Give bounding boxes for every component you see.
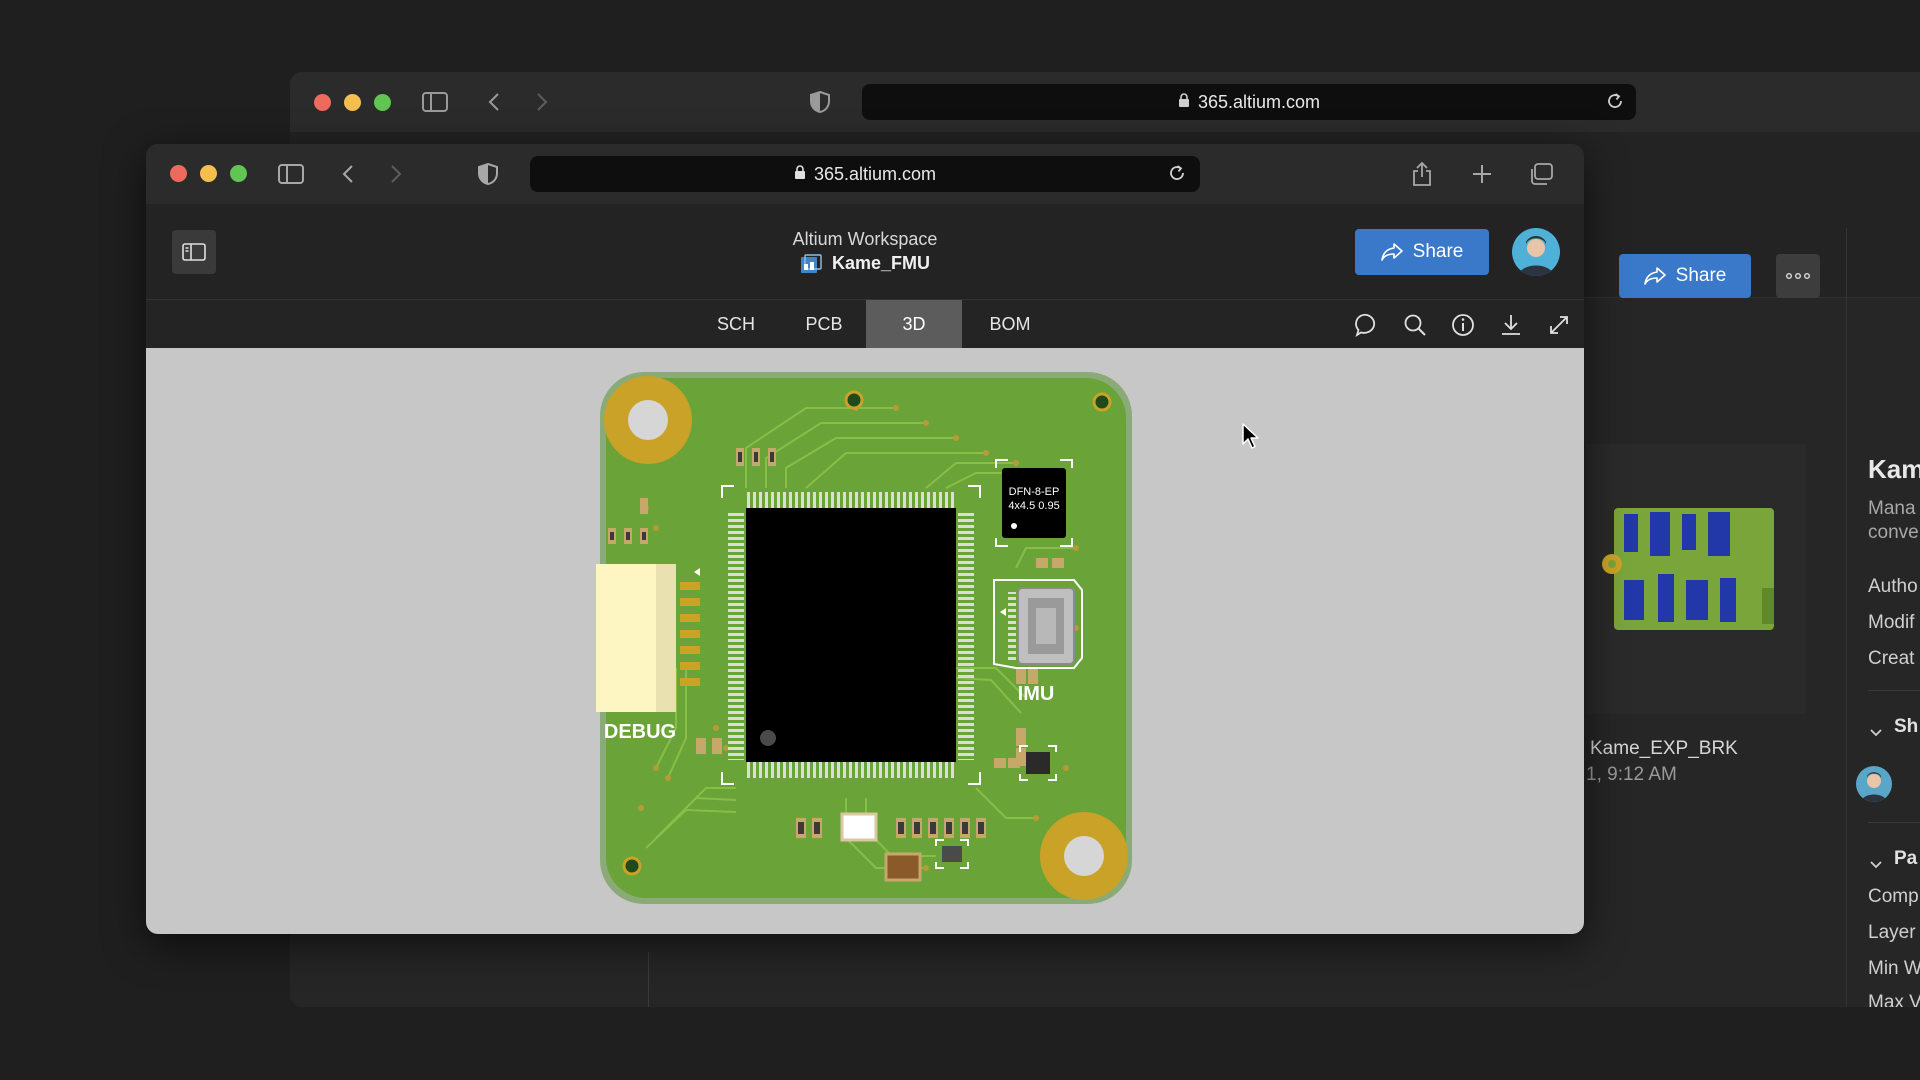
project-card-name[interactable]: Kame_EXP_BRK <box>1590 738 1738 760</box>
download-icon[interactable] <box>1498 312 1524 338</box>
panel-description-line1: Mana <box>1868 498 1916 519</box>
tab-pcb[interactable]: PCB <box>778 300 870 348</box>
lock-icon <box>794 164 806 185</box>
back-minimize-button[interactable] <box>344 94 361 111</box>
dfn-chip-label-2: 4x4.5 0.95 <box>1008 500 1059 512</box>
address-bar[interactable]: 365.altium.com <box>530 156 1200 192</box>
new-tab-icon[interactable] <box>1470 162 1494 186</box>
imu-label: IMU <box>1018 683 1055 705</box>
project-thumbnail-card[interactable] <box>1586 444 1806 714</box>
project-thumbnail-image <box>1602 508 1774 630</box>
back-shield-icon[interactable] <box>808 90 832 114</box>
panel-meta-created: Creat <box>1868 648 1915 669</box>
panel-divider-1 <box>1868 690 1920 691</box>
project-card-time: 1, 9:12 AM <box>1586 764 1677 785</box>
search-icon[interactable] <box>1402 312 1428 338</box>
minimize-button[interactable] <box>200 165 217 182</box>
param-max: Max V <box>1868 992 1920 1007</box>
pcb-board-render[interactable]: DFN-8-EP 4x4.5 0.95 IMU DEBUG <box>596 368 1136 908</box>
sidebar-toggle-icon[interactable] <box>276 162 306 186</box>
zoom-button[interactable] <box>230 165 247 182</box>
debug-label: DEBUG <box>604 721 676 743</box>
chevron-down-icon[interactable] <box>1870 856 1882 874</box>
project-icon <box>800 253 822 273</box>
panel-divider-2 <box>1868 822 1920 823</box>
back-close-button[interactable] <box>314 94 331 111</box>
lock-icon <box>1178 92 1190 113</box>
back-sidebar-icon[interactable] <box>420 90 450 114</box>
back-forward-icon[interactable] <box>532 90 552 114</box>
back-left-column-divider <box>648 952 649 1007</box>
url-text: 365.altium.com <box>813 163 937 184</box>
panel-layout-icon <box>182 243 206 261</box>
back-address-bar[interactable]: 365.altium.com <box>862 84 1636 120</box>
tab-sch[interactable]: SCH <box>694 300 778 348</box>
param-min-width: Min W <box>1868 958 1920 979</box>
share-label: Share <box>1412 241 1464 262</box>
tab-overview-icon[interactable] <box>1528 162 1554 186</box>
project-title: Kame_FMU <box>831 253 931 273</box>
back-share-button[interactable]: Share <box>1619 254 1751 298</box>
back-url-text: 365.altium.com <box>1197 91 1321 112</box>
front-window: 365.altium.com Altium Workspace Kame_FMU… <box>146 144 1584 934</box>
close-button[interactable] <box>170 165 187 182</box>
project-title-row[interactable]: Kame_FMU <box>740 253 990 274</box>
back-share-label: Share <box>1675 265 1727 286</box>
share-arrow-icon <box>1643 267 1666 285</box>
workspace-title: Altium Workspace <box>792 229 938 249</box>
chevron-down-icon[interactable] <box>1870 724 1882 742</box>
panel-section-shared[interactable]: Sh <box>1894 716 1918 738</box>
back-back-icon[interactable] <box>484 90 504 114</box>
param-layers: Layer <box>1868 922 1916 943</box>
fullscreen-icon[interactable] <box>1546 312 1572 338</box>
dfn-chip-label-1: DFN-8-EP <box>1009 486 1060 498</box>
panel-section-params[interactable]: Pa <box>1894 848 1917 870</box>
mcu-chip <box>746 508 956 762</box>
share-sheet-icon[interactable] <box>1410 160 1434 188</box>
back-right-panel-divider <box>1846 228 1847 1007</box>
panel-title: Kam <box>1868 454 1920 484</box>
back-more-button[interactable] <box>1776 254 1820 298</box>
comment-icon[interactable] <box>1354 312 1380 338</box>
tab-bom[interactable]: BOM <box>962 300 1058 348</box>
panel-meta-modified: Modif <box>1868 612 1915 633</box>
user-avatar[interactable] <box>1512 228 1560 276</box>
3d-viewport[interactable]: DFN-8-EP 4x4.5 0.95 IMU DEBUG <box>146 348 1584 934</box>
back-zoom-button[interactable] <box>374 94 391 111</box>
back-icon[interactable] <box>338 162 358 186</box>
more-icon <box>1786 273 1810 279</box>
panel-toggle-button[interactable] <box>172 230 216 274</box>
forward-icon[interactable] <box>386 162 406 186</box>
panel-description-line2: conve <box>1868 522 1919 543</box>
param-components: Comp <box>1868 886 1919 907</box>
reload-icon[interactable] <box>1606 92 1624 115</box>
mouse-cursor-icon <box>1242 423 1259 449</box>
panel-meta-author: Autho <box>1868 576 1918 597</box>
share-arrow-icon <box>1380 243 1403 261</box>
privacy-shield-icon[interactable] <box>476 162 500 186</box>
tab-3d[interactable]: 3D <box>866 300 962 348</box>
info-icon[interactable] <box>1450 312 1476 338</box>
shared-user-avatar <box>1856 766 1892 802</box>
share-button[interactable]: Share <box>1355 229 1489 275</box>
view-tab-bar: SCH PCB 3D BOM <box>146 300 1584 348</box>
reload-icon[interactable] <box>1168 164 1186 187</box>
